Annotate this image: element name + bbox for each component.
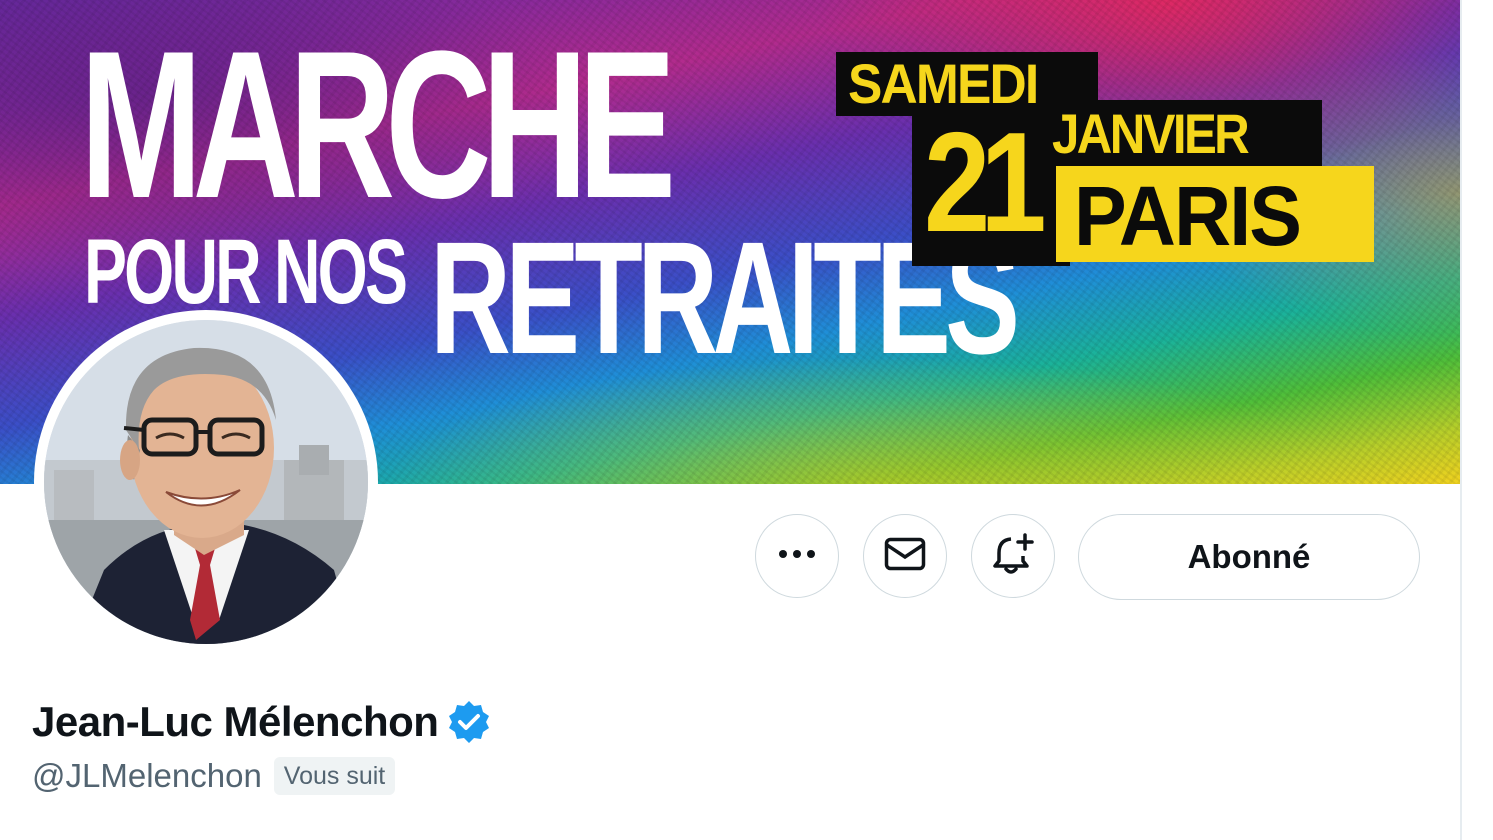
more-horizontal-icon bbox=[777, 547, 817, 565]
following-button[interactable]: Abonné bbox=[1078, 514, 1420, 600]
verified-badge-icon[interactable] bbox=[446, 699, 492, 745]
banner-date-block: SAMEDI 21 JANVIER PARIS bbox=[836, 52, 1396, 272]
banner-day: 21 bbox=[924, 103, 1047, 262]
avatar[interactable] bbox=[34, 310, 378, 654]
profile-name-row: Jean-Luc Mélenchon bbox=[32, 694, 492, 750]
banner-city: PARIS bbox=[1074, 169, 1302, 263]
profile-handle-row: @JLMelenchon Vous suit bbox=[32, 756, 396, 796]
message-button[interactable] bbox=[863, 514, 947, 598]
follows-you-badge: Vous suit bbox=[273, 757, 396, 795]
more-button[interactable] bbox=[755, 514, 839, 598]
profile-photo bbox=[44, 320, 368, 644]
column-divider bbox=[1460, 0, 1462, 840]
profile-page: MARCHE POUR NOS RETRAITES SAMEDI 21 JANV… bbox=[0, 0, 1493, 840]
display-name: Jean-Luc Mélenchon bbox=[32, 698, 439, 745]
bell-plus-icon bbox=[991, 532, 1035, 581]
banner-headline-marche: MARCHE bbox=[80, 7, 676, 242]
notifications-button[interactable] bbox=[971, 514, 1055, 598]
user-handle: @JLMelenchon bbox=[32, 757, 262, 794]
banner-headline-pour-nos: POUR NOS bbox=[84, 221, 408, 323]
banner-month: JANVIER bbox=[1052, 102, 1250, 165]
envelope-icon bbox=[884, 537, 926, 576]
